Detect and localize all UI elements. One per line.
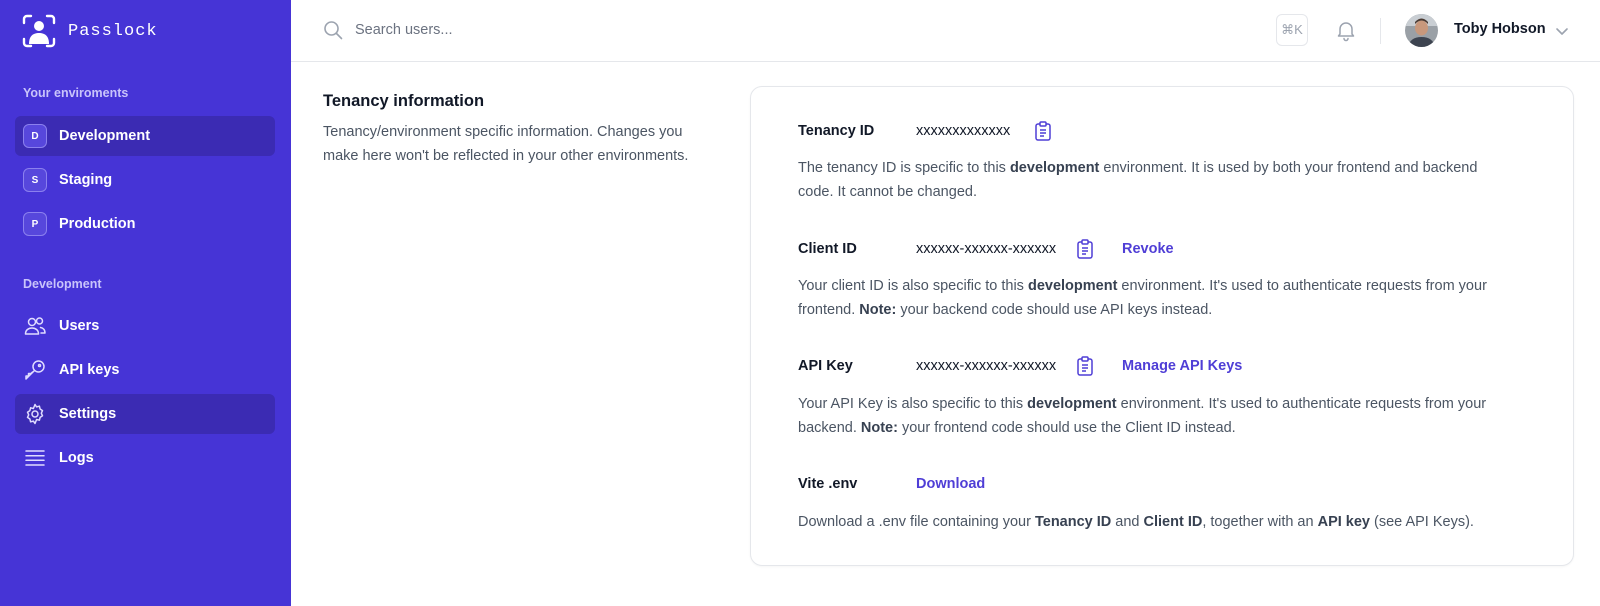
client-id-label: Client ID <box>798 241 857 257</box>
env-item-label: Staging <box>59 172 113 188</box>
avatar[interactable] <box>1405 14 1438 47</box>
sidebar-item-label: Logs <box>59 450 94 466</box>
sidebar-item-label: Settings <box>59 406 117 422</box>
client-id-value: xxxxxx-xxxxxx-xxxxxx <box>916 241 1057 257</box>
sidebar-item-users[interactable]: Users <box>15 306 275 346</box>
download-link[interactable]: Download <box>916 476 985 492</box>
avatar-photo <box>1405 14 1438 47</box>
tenancy-id-label: Tenancy ID <box>798 123 875 139</box>
bell-icon[interactable] <box>1334 18 1358 42</box>
client-id-help: Your client ID is also specific to this … <box>798 278 1487 318</box>
env-item-label: Development <box>59 128 151 144</box>
api-key-help: Your API Key is also specific to this de… <box>798 396 1487 436</box>
env-item-staging[interactable]: S Staging <box>15 160 275 200</box>
gear-icon <box>26 403 44 425</box>
api-key-value: xxxxxx-xxxxxx-xxxxxx <box>916 358 1057 374</box>
vite-env-help: Download a .env file containing your Ten… <box>798 514 1474 530</box>
manage-api-keys-link[interactable]: Manage API Keys <box>1122 358 1242 374</box>
sidebar-item-settings[interactable]: Settings <box>15 394 275 434</box>
list-icon <box>25 450 45 466</box>
search-input[interactable] <box>355 16 955 44</box>
key-icon <box>25 360 45 380</box>
tenancy-id-help: The tenancy ID is specific to this devel… <box>798 160 1478 200</box>
section-heading: Development <box>23 277 102 291</box>
clipboard-icon[interactable] <box>1074 355 1096 377</box>
section-description: Tenancy/environment specific information… <box>323 124 689 164</box>
brand-name: Passlock <box>68 21 158 41</box>
user-name[interactable]: Toby Hobson <box>1454 21 1546 37</box>
page-title: Tenancy information <box>323 92 485 110</box>
env-item-production[interactable]: P Production <box>15 204 275 244</box>
env-item-label: Production <box>59 216 136 232</box>
clipboard-icon[interactable] <box>1074 238 1096 260</box>
sidebar-item-label: API keys <box>59 362 120 378</box>
topbar: ⌘K Toby Hobson <box>291 0 1600 62</box>
sidebar-item-label: Users <box>59 318 100 334</box>
env-badge: S <box>23 168 47 192</box>
sidebar-item-api-keys[interactable]: API keys <box>15 350 275 390</box>
sidebar-item-logs[interactable]: Logs <box>15 438 275 478</box>
passlock-logo-icon <box>22 14 56 48</box>
clipboard-icon[interactable] <box>1032 120 1054 142</box>
environments-heading: Your enviroments <box>23 86 129 100</box>
vite-env-label: Vite .env <box>798 476 858 492</box>
chevron-down-icon[interactable] <box>1553 22 1571 40</box>
env-badge: D <box>23 124 47 148</box>
topbar-divider <box>1380 18 1381 44</box>
api-key-label: API Key <box>798 358 853 374</box>
brand[interactable]: Passlock <box>22 14 158 48</box>
sidebar: Passlock Your enviroments D Development … <box>0 0 291 606</box>
tenancy-id-value: xxxxxxxxxxxxx <box>916 123 1011 139</box>
users-icon <box>24 317 46 335</box>
env-badge: P <box>23 212 47 236</box>
revoke-link[interactable]: Revoke <box>1122 241 1174 257</box>
env-item-development[interactable]: D Development <box>15 116 275 156</box>
search-icon <box>324 21 343 40</box>
command-shortcut-badge[interactable]: ⌘K <box>1276 14 1308 46</box>
